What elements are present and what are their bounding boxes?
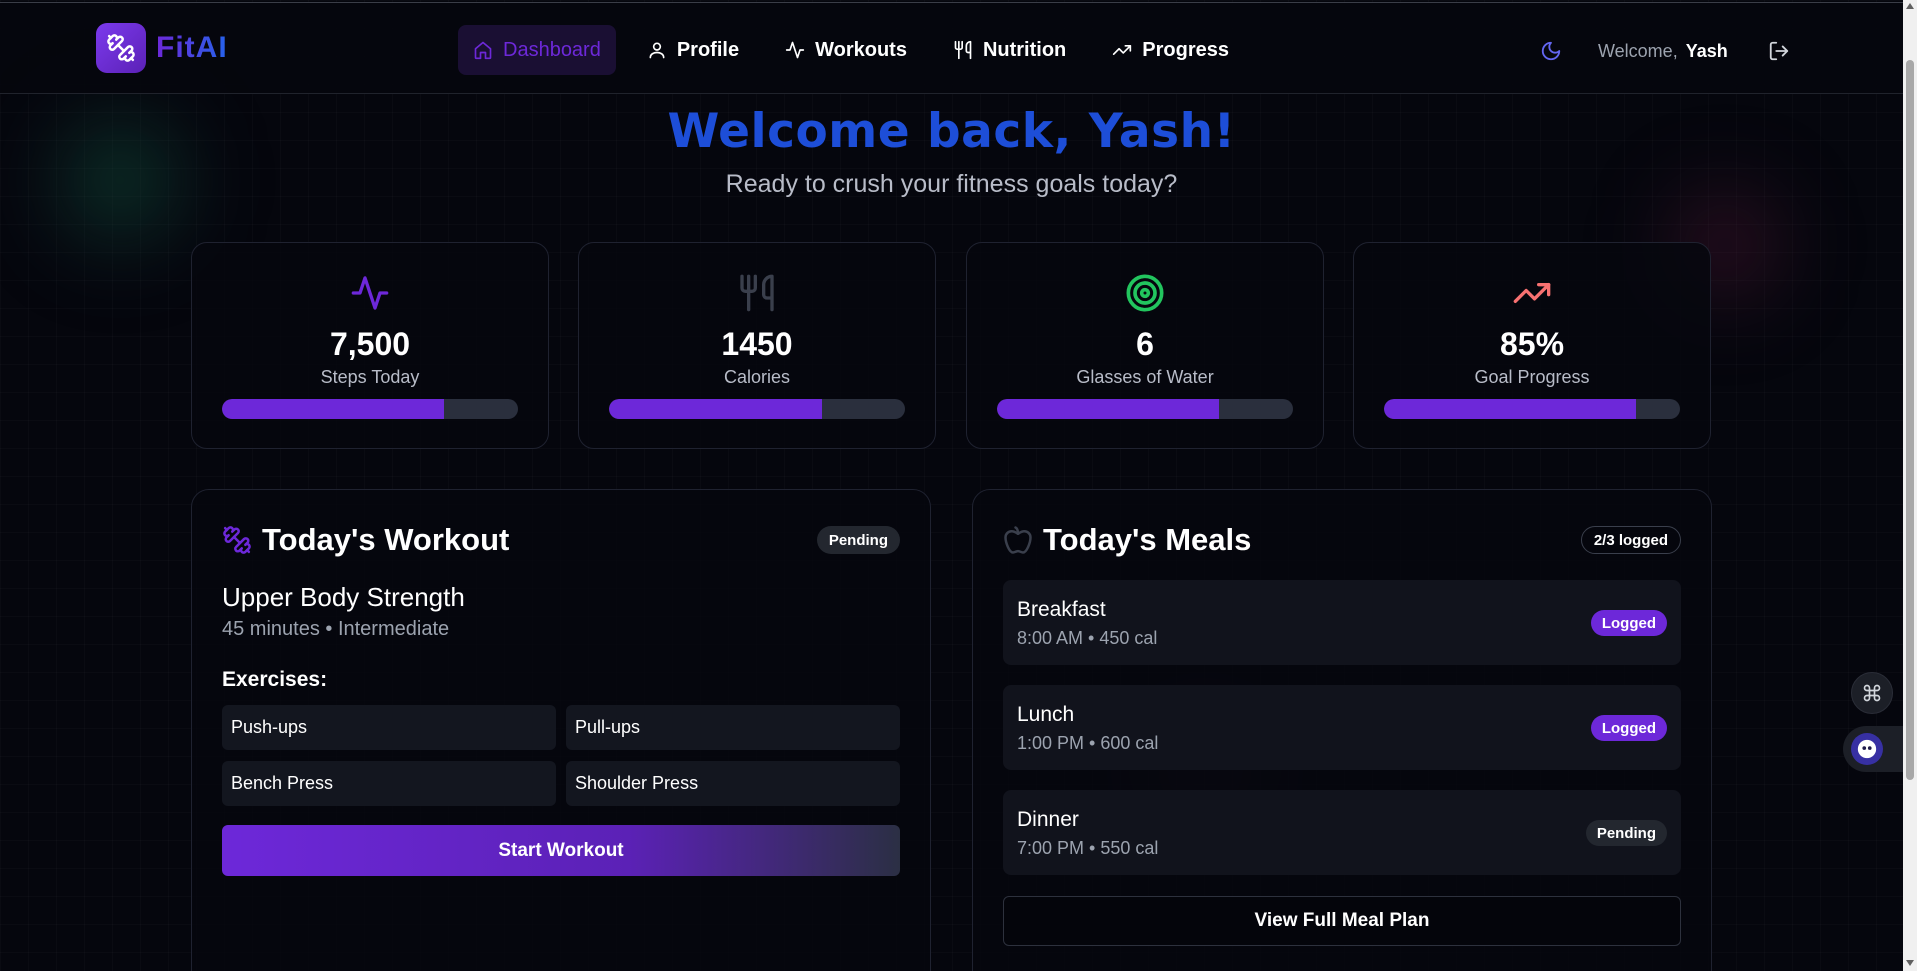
target-icon [1126,274,1164,312]
home-icon [474,41,492,60]
stat-value: 6 [1136,326,1154,362]
apple-icon [1004,526,1032,554]
stat-card-water: 6 Glasses of Water [966,242,1324,449]
trending-up-icon [1113,45,1132,56]
nav-item-workouts[interactable]: Workouts [770,25,922,75]
page-subtitle: Ready to crush your fitness goals today? [725,170,1178,198]
progress-bar-fill [609,399,823,419]
user-area: Welcome, Yash [1540,31,1790,71]
exercise-item: Bench Press [222,761,556,806]
exercise-item: Pull-ups [566,705,900,750]
assistant-bot-button[interactable] [1843,726,1903,772]
nav-item-profile[interactable]: Profile [632,25,754,75]
view-meal-plan-button[interactable]: View Full Meal Plan [1003,896,1681,946]
brand-logo[interactable]: FitAI [96,23,228,73]
start-workout-button[interactable]: Start Workout [222,825,900,876]
meal-name: Breakfast [1017,598,1106,621]
meal-meta: 1:00 PM • 600 cal [1017,733,1159,753]
main-nav: Dashboard Profile Workouts Nutrition Pro… [458,25,1244,75]
nav-item-label: Profile [676,38,740,61]
progress-bar [1384,399,1680,419]
bot-icon [1851,733,1883,765]
stat-card-calories: 1450 Calories [578,242,936,449]
progress-bar [997,399,1293,419]
status-badge: Logged [1590,610,1667,636]
utensils-icon [954,40,972,60]
utensils-icon [740,274,774,312]
status-badge: Pending [1585,820,1667,846]
brand-name: FitAI [156,31,228,64]
stat-value: 85% [1499,326,1565,362]
exercise-list: Push-ups Pull-ups Bench Press Shoulder P… [222,705,900,806]
status-badge: Logged [1590,715,1667,741]
nav-item-label: Dashboard [503,38,601,61]
meal-item-dinner[interactable]: Dinner 7:00 PM • 550 cal Pending [1003,790,1681,875]
exercise-item: Push-ups [222,705,556,750]
meal-item-breakfast[interactable]: Breakfast 8:00 AM • 450 cal Logged [1003,580,1681,665]
workout-panel: Today's Workout Pending Upper Body Stren… [191,489,931,971]
user-icon [649,42,665,59]
stat-label: Steps Today [320,367,420,387]
nav-item-dashboard[interactable]: Dashboard [458,25,616,75]
meals-panel: Today's Meals 2/3 logged Breakfast 8:00 … [972,489,1712,971]
stat-value: 1450 [721,326,793,362]
scroll-down-icon[interactable] [1906,960,1914,966]
nav-item-label: Workouts [815,38,907,61]
stat-card-goal: 85% Goal Progress [1353,242,1711,449]
activity-icon [351,276,389,310]
stat-label: Calories [723,367,791,387]
top-navbar: FitAI Dashboard Profile Workouts Nutriti… [0,2,1903,94]
meal-meta: 7:00 PM • 550 cal [1017,838,1159,858]
meal-item-lunch[interactable]: Lunch 1:00 PM • 600 cal Logged [1003,685,1681,770]
page-title: Welcome back, Yash! [667,104,1236,159]
command-icon [1863,684,1881,702]
progress-bar-fill [1384,399,1636,419]
command-button[interactable] [1851,672,1893,714]
workout-title: Today's Workout [262,522,510,557]
nav-item-label: Progress [1142,38,1229,61]
nav-item-progress[interactable]: Progress [1097,25,1244,75]
nav-item-nutrition[interactable]: Nutrition [938,25,1081,75]
workout-name: Upper Body Strength [222,582,465,612]
progress-bar [222,399,518,419]
stat-value: 7,500 [329,326,411,362]
meal-name: Lunch [1017,703,1075,726]
status-badge: Pending [816,526,900,554]
user-name: Yash [1685,40,1728,61]
progress-bar-fill [222,399,444,419]
exercises-label: Exercises: [222,668,328,691]
exercise-item: Shoulder Press [566,761,900,806]
page-scrollbar[interactable] [1903,0,1917,971]
meals-count-badge: 2/3 logged [1580,526,1681,554]
stat-label: Goal Progress [1474,367,1590,387]
stat-label: Glasses of Water [1076,367,1214,387]
nav-item-label: Nutrition [982,38,1067,61]
meals-title: Today's Meals [1043,522,1252,557]
welcome-label: Welcome, [1598,40,1678,61]
progress-bar [609,399,905,419]
meal-name: Dinner [1017,808,1079,831]
stat-card-steps: 7,500 Steps Today [191,242,549,449]
dumbbell-icon [96,23,146,73]
dumbbell-icon [223,526,251,554]
activity-icon [785,41,805,59]
moon-icon[interactable] [1540,40,1562,62]
progress-bar-fill [997,399,1219,419]
scrollbar-thumb[interactable] [1906,60,1914,780]
scroll-up-icon[interactable] [1906,3,1914,9]
workout-meta: 45 minutes • Intermediate [222,618,450,640]
logout-icon[interactable] [1768,40,1790,62]
trending-up-icon [1513,283,1551,303]
meal-meta: 8:00 AM • 450 cal [1017,628,1158,648]
